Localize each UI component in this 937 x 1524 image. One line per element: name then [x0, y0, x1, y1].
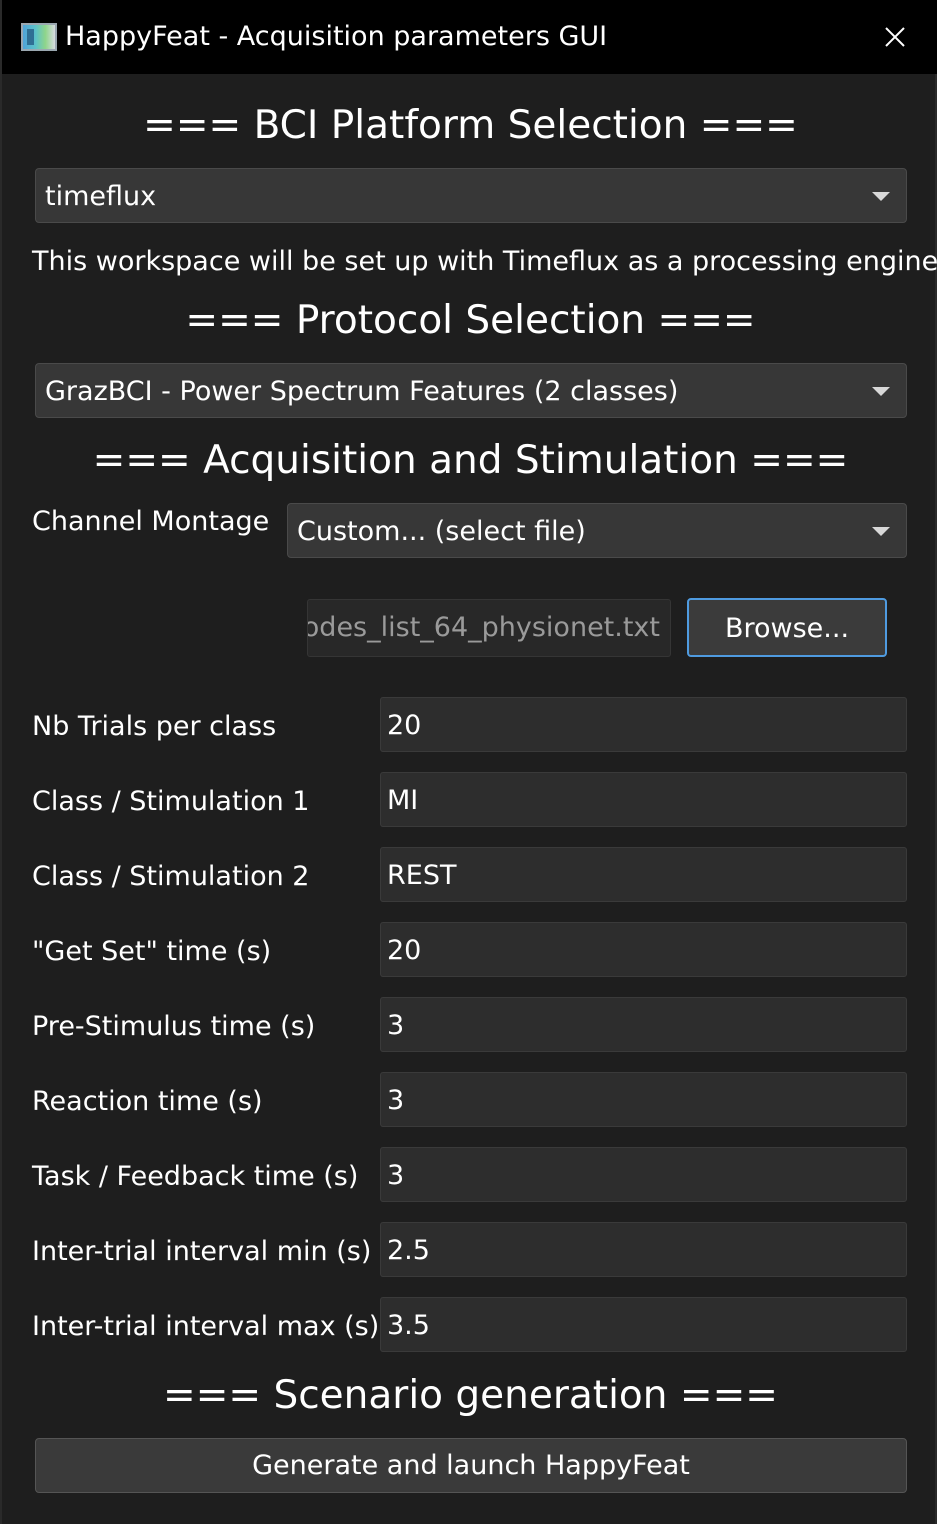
browse-button[interactable]: Browse... [687, 598, 887, 657]
reaction-time-field[interactable]: 3 [380, 1072, 907, 1127]
class-stim-1-field[interactable]: MI [380, 772, 907, 827]
browse-button-label: Browse... [724, 613, 850, 644]
iti-min-value: 2.5 [387, 1235, 430, 1266]
chevron-down-icon [872, 527, 890, 536]
channel-montage-label: Channel Montage [32, 506, 270, 537]
channel-montage-value: Custom... (select file) [297, 516, 586, 547]
pre-stimulus-time-value: 3 [387, 1010, 405, 1041]
acquisition-heading: === Acquisition and Stimulation === [92, 438, 849, 483]
montage-file-value: rodes_list_64_physionet.txt [307, 612, 660, 643]
platform-heading: === BCI Platform Selection === [143, 103, 798, 148]
montage-file-field[interactable]: rodes_list_64_physionet.txt [307, 599, 671, 657]
get-set-time-value: 20 [387, 935, 422, 966]
param-label-class-stim-1: Class / Stimulation 1 [32, 786, 310, 817]
task-feedback-time-value: 3 [387, 1160, 405, 1191]
iti-max-field[interactable]: 3.5 [380, 1297, 907, 1352]
param-label-nb-trials: Nb Trials per class [32, 711, 277, 742]
param-label-task-feedback-time: Task / Feedback time (s) [32, 1161, 359, 1192]
chevron-down-icon [872, 387, 890, 396]
iti-min-field[interactable]: 2.5 [380, 1222, 907, 1277]
platform-info-text: This workspace will be set up with Timef… [32, 246, 937, 277]
class-stim-1-value: MI [387, 785, 419, 816]
platform-select-value: timeflux [45, 181, 157, 212]
generate-launch-button[interactable]: Generate and launch HappyFeat [35, 1438, 907, 1493]
get-set-time-field[interactable]: 20 [380, 922, 907, 977]
window-title: HappyFeat - Acquisition parameters GUI [65, 21, 608, 52]
nb-trials-value: 20 [387, 710, 422, 741]
acquisition-parameters-window: HappyFeat - Acquisition parameters GUI =… [0, 0, 937, 1524]
task-feedback-time-field[interactable]: 3 [380, 1147, 907, 1202]
param-label-iti-max: Inter-trial interval max (s) [32, 1311, 380, 1342]
app-icon [21, 23, 57, 51]
scenario-heading: === Scenario generation === [163, 1373, 778, 1418]
channel-montage-select[interactable]: Custom... (select file) [287, 503, 907, 558]
protocol-heading: === Protocol Selection === [185, 298, 756, 343]
title-bar: HappyFeat - Acquisition parameters GUI [2, 0, 937, 74]
pre-stimulus-time-field[interactable]: 3 [380, 997, 907, 1052]
close-icon [885, 27, 905, 47]
protocol-select[interactable]: GrazBCI - Power Spectrum Features (2 cla… [35, 363, 907, 418]
close-button[interactable] [868, 12, 922, 62]
class-stim-2-field[interactable]: REST [380, 847, 907, 902]
iti-max-value: 3.5 [387, 1310, 430, 1341]
param-label-iti-min: Inter-trial interval min (s) [32, 1236, 372, 1267]
protocol-select-value: GrazBCI - Power Spectrum Features (2 cla… [45, 376, 679, 407]
class-stim-2-value: REST [387, 860, 457, 891]
nb-trials-field[interactable]: 20 [380, 697, 907, 752]
reaction-time-value: 3 [387, 1085, 405, 1116]
param-label-pre-stimulus-time: Pre-Stimulus time (s) [32, 1011, 316, 1042]
param-label-get-set-time: "Get Set" time (s) [32, 936, 272, 967]
param-label-reaction-time: Reaction time (s) [32, 1086, 263, 1117]
param-label-class-stim-2: Class / Stimulation 2 [32, 861, 310, 892]
chevron-down-icon [872, 192, 890, 201]
generate-launch-label: Generate and launch HappyFeat [252, 1450, 690, 1481]
platform-select[interactable]: timeflux [35, 168, 907, 223]
